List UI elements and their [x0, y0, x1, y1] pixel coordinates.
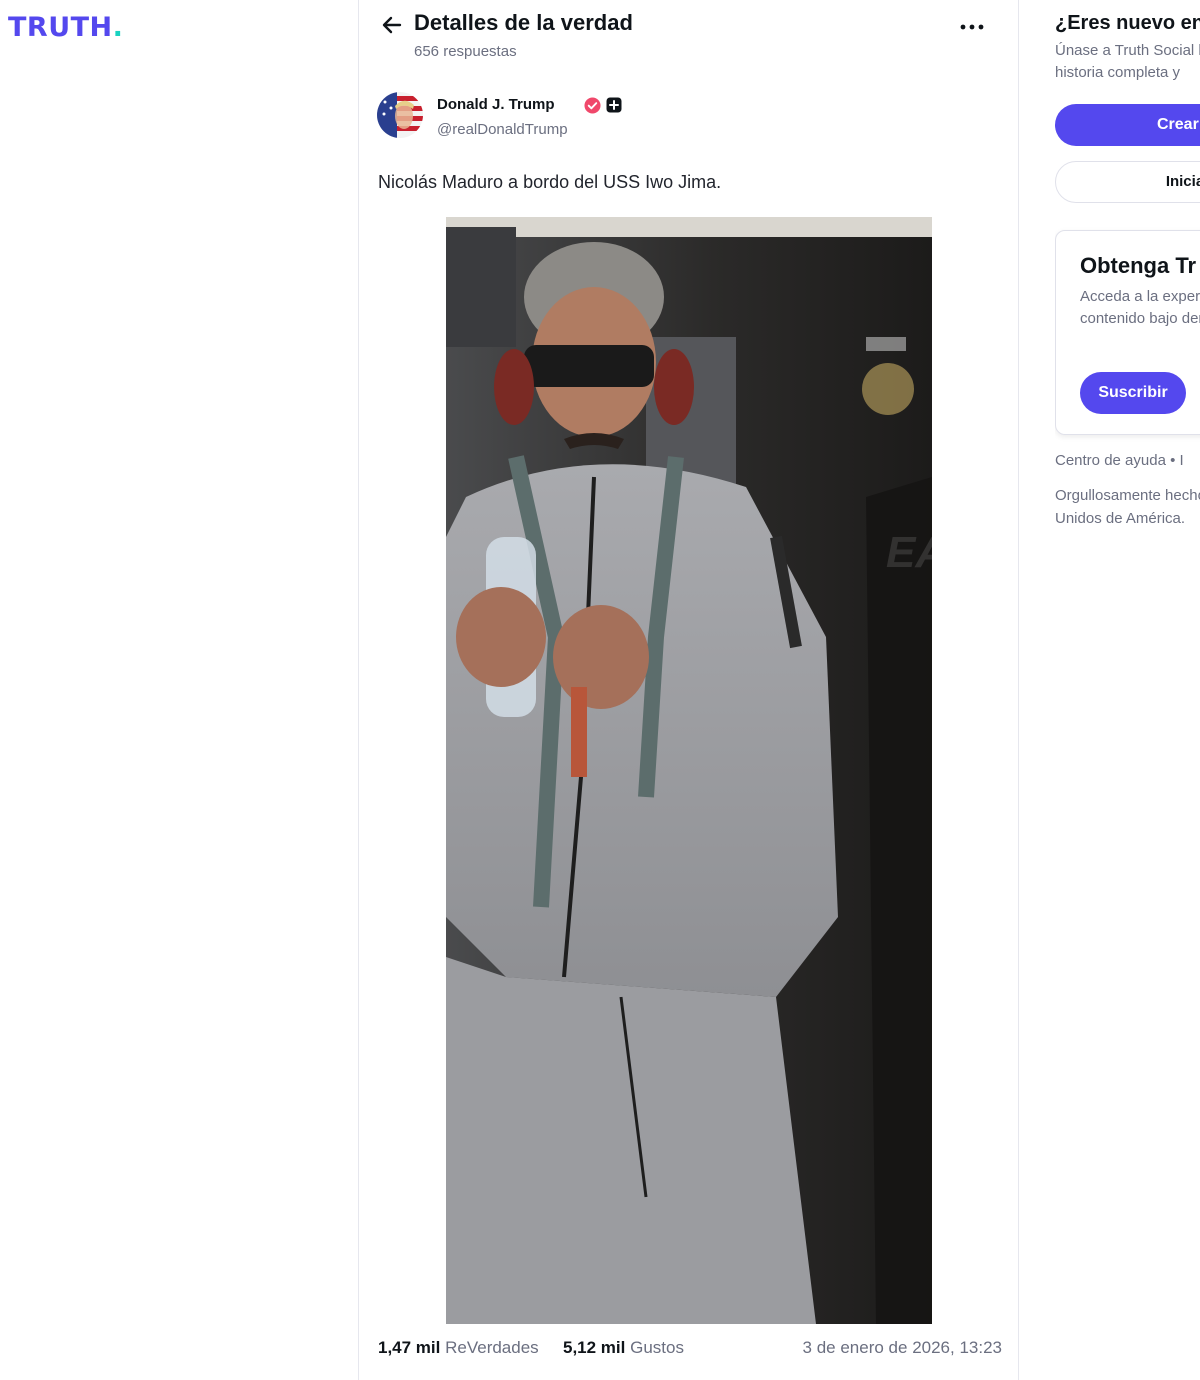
reply-count: 656 respuestas: [414, 43, 517, 60]
page-header: Detalles de la verdad 656 respuestas: [379, 10, 999, 66]
footer-links[interactable]: Centro de ayuda • I: [1055, 452, 1184, 469]
post-timestamp: 3 de enero de 2026, 13:23: [802, 1338, 1002, 1357]
likes-stat[interactable]: 5,12 mil Gustos: [563, 1338, 684, 1358]
promo-description: Acceda a la experiencia con aún más cont…: [1080, 288, 1200, 327]
create-account-button[interactable]: Crear u: [1055, 104, 1200, 146]
post-author: Donald J. Trump @realDonaldTrump: [377, 92, 997, 142]
author-name[interactable]: Donald J. Trump: [437, 96, 555, 113]
plus-badge-icon: [606, 97, 622, 113]
retruths-stat[interactable]: 1,47 mil ReVerdades: [378, 1338, 539, 1358]
promo-card: Obtenga Tr Acceda a la experiencia con a…: [1055, 230, 1200, 435]
right-sidebar: ¿Eres nuevo en Únase a Truth Social hoy …: [1055, 0, 1200, 1380]
footer-note: Orgullosamente hecho en los Estados Unid…: [1055, 487, 1200, 527]
avatar[interactable]: [377, 92, 423, 138]
action-bar-divider: [389, 1374, 989, 1378]
login-button[interactable]: Inicia: [1055, 161, 1200, 203]
likes-count: 5,12 mil: [563, 1338, 626, 1357]
main-column: Detalles de la verdad 656 respuestas Don…: [358, 0, 1019, 1380]
signup-title: ¿Eres nuevo en: [1055, 12, 1200, 34]
logo-text: TRUTH: [8, 12, 113, 43]
post-text: Nicolás Maduro a bordo del USS Iwo Jima.: [378, 172, 722, 192]
more-horizontal-icon: [960, 24, 984, 30]
arrow-left-icon: [382, 16, 402, 34]
author-handle[interactable]: @realDonaldTrump: [437, 121, 568, 138]
likes-label: Gustos: [630, 1338, 684, 1357]
post-image[interactable]: EA: [446, 217, 932, 1324]
subscribe-button[interactable]: Suscribir: [1080, 372, 1186, 414]
signup-description: Únase a Truth Social hoy y obtenga la hi…: [1055, 42, 1200, 81]
retruths-label: ReVerdades: [445, 1338, 539, 1357]
truth-social-logo[interactable]: TRUTH.: [8, 12, 123, 43]
more-options-button[interactable]: [959, 20, 985, 32]
page-title: Detalles de la verdad: [414, 10, 633, 35]
retruths-count: 1,47 mil: [378, 1338, 441, 1357]
verified-badge-icon: [584, 97, 601, 114]
logo-dot: .: [112, 12, 124, 43]
post-stats: 1,47 mil ReVerdades 5,12 mil Gustos 3 de…: [378, 1338, 1002, 1360]
back-button[interactable]: [379, 12, 405, 38]
promo-title: Obtenga Tr: [1080, 253, 1197, 278]
